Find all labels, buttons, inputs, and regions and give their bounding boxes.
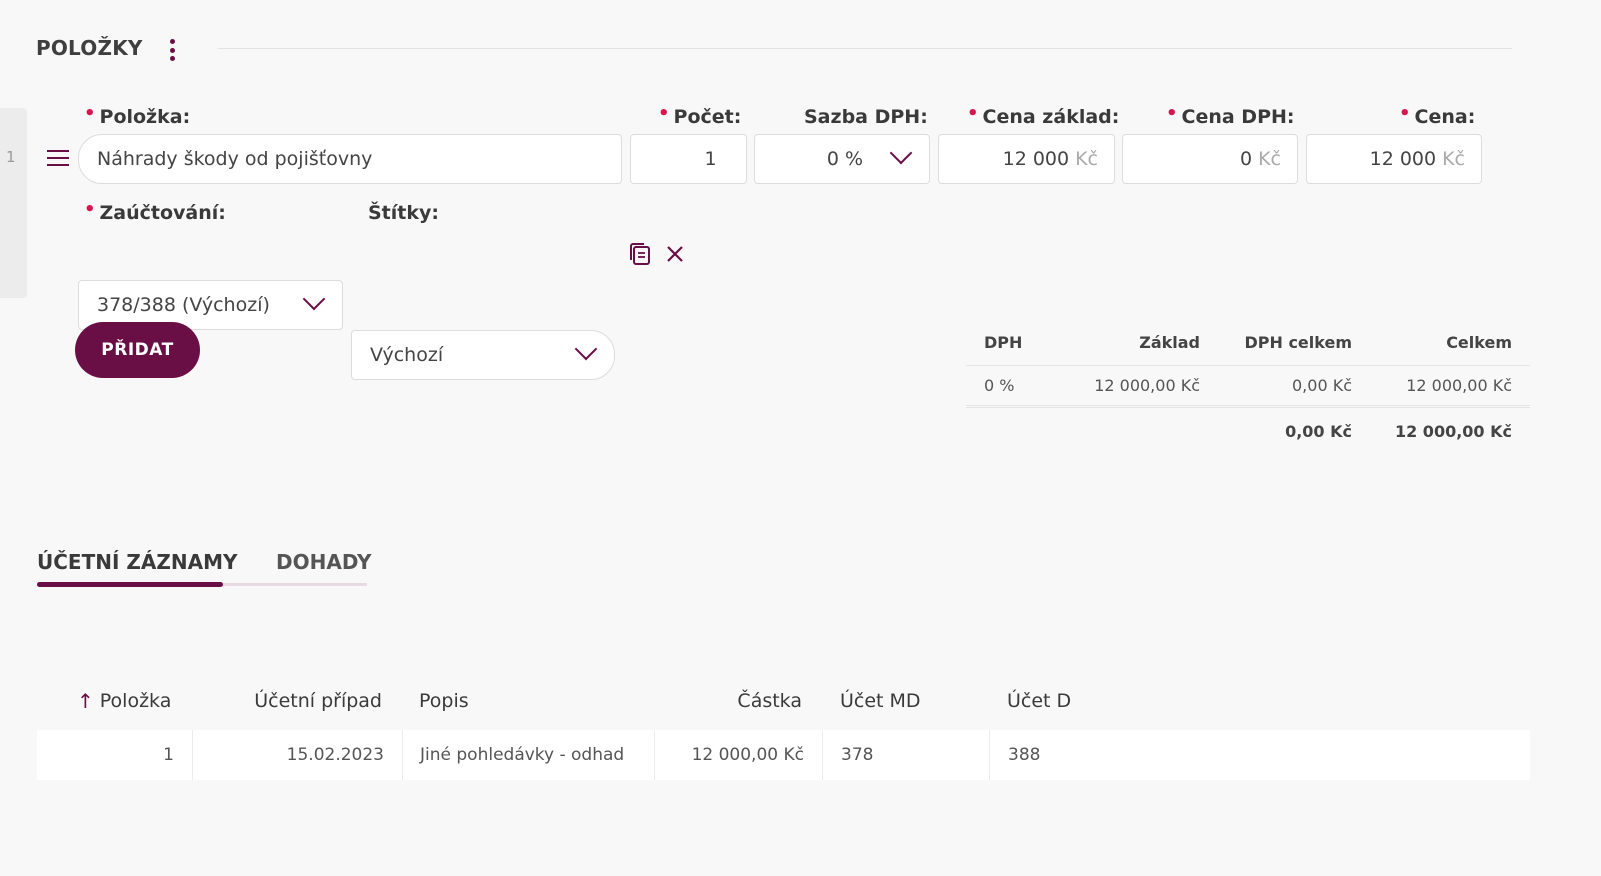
summary-header-celkem: Celkem xyxy=(1446,333,1512,352)
section-divider xyxy=(218,48,1512,49)
cell-castka: 12 000,00 Kč xyxy=(654,730,822,780)
add-button[interactable]: PŘIDAT xyxy=(75,322,200,378)
tab-dohady[interactable]: DOHADY xyxy=(276,550,371,574)
pocet-input[interactable]: 1 xyxy=(630,134,747,184)
stitky-select[interactable]: Výchozí xyxy=(351,330,615,380)
label-stitky: Štítky: xyxy=(368,202,439,224)
summary-header-row: DPH Základ DPH celkem Celkem xyxy=(966,320,1530,366)
sazba-dph-select[interactable]: 0 % xyxy=(754,134,930,184)
summary-header-dph: DPH xyxy=(984,333,1023,352)
arrow-up-icon: ↑ xyxy=(77,689,94,713)
summary-cell: 12 000,00 Kč xyxy=(1094,376,1200,395)
label-pocet: Počet: xyxy=(658,106,742,128)
cell-ucet-md: 378 xyxy=(822,730,989,780)
summary-total-dph: 0,00 Kč xyxy=(1285,421,1352,441)
row-gutter xyxy=(0,108,27,298)
label-zauctovani: Zaúčtování: xyxy=(84,202,226,224)
cena-dph-input[interactable]: 0 Kč xyxy=(1122,134,1298,184)
cell-ucetni-pripad: 15.02.2023 xyxy=(192,730,402,780)
cell-ucet-d: 388 xyxy=(989,730,1530,780)
summary-header-zaklad: Základ xyxy=(1139,333,1200,352)
summary-cell: 12 000,00 Kč xyxy=(1406,376,1512,395)
drag-handle-icon[interactable] xyxy=(47,150,69,166)
cena-input[interactable]: 12 000 Kč xyxy=(1306,134,1482,184)
label-polozka: Položka: xyxy=(84,106,191,128)
kebab-menu-icon[interactable] xyxy=(162,36,182,64)
summary-row: 0 % 12 000,00 Kč 0,00 Kč 12 000,00 Kč xyxy=(966,366,1530,408)
close-icon[interactable] xyxy=(665,244,685,264)
label-cena-dph: Cena DPH: xyxy=(1166,106,1295,128)
cell-polozka: 1 xyxy=(163,745,174,765)
column-header-ucet-d[interactable]: Účet D xyxy=(1007,676,1157,726)
copy-icon[interactable] xyxy=(628,242,654,268)
tab-active-indicator xyxy=(37,582,223,587)
summary-header-dph-celkem: DPH celkem xyxy=(1244,333,1352,352)
column-header-popis[interactable]: Popis xyxy=(419,676,669,726)
label-sazba-dph: Sazba DPH: xyxy=(804,106,928,128)
chevron-down-icon xyxy=(889,141,913,165)
chevron-down-icon xyxy=(574,337,598,361)
section-title: POLOŽKY xyxy=(36,36,143,60)
column-header-castka[interactable]: Částka xyxy=(654,676,802,726)
records-table-header: ↑ Položka Účetní případ Popis Částka Úče… xyxy=(37,676,1530,726)
label-cena: Cena: xyxy=(1399,106,1476,128)
column-header-ucet-md[interactable]: Účet MD xyxy=(840,676,990,726)
summary-total-row: 0,00 Kč 12 000,00 Kč xyxy=(966,408,1530,454)
row-number: 1 xyxy=(6,148,16,166)
polozka-input[interactable]: Náhrady škody od pojišťovny xyxy=(78,134,622,184)
chevron-down-icon xyxy=(302,287,326,311)
summary-cell: 0,00 Kč xyxy=(1292,376,1352,395)
vat-summary-table: DPH Základ DPH celkem Celkem 0 % 12 000,… xyxy=(966,320,1530,454)
tab-ucetni-zaznamy[interactable]: ÚČETNÍ ZÁZNAMY xyxy=(37,550,237,574)
column-header-ucetni-pripad[interactable]: Účetní případ xyxy=(192,676,382,726)
cell-popis: Jiné pohledávky - odhad xyxy=(402,730,654,780)
cena-zaklad-input[interactable]: 12 000 Kč xyxy=(938,134,1115,184)
label-cena-zaklad: Cena základ: xyxy=(967,106,1120,128)
table-row[interactable]: 1 15.02.2023 Jiné pohledávky - odhad 12 … xyxy=(37,730,1530,780)
summary-cell: 0 % xyxy=(984,376,1015,395)
summary-total-celkem: 12 000,00 Kč xyxy=(1394,421,1512,441)
